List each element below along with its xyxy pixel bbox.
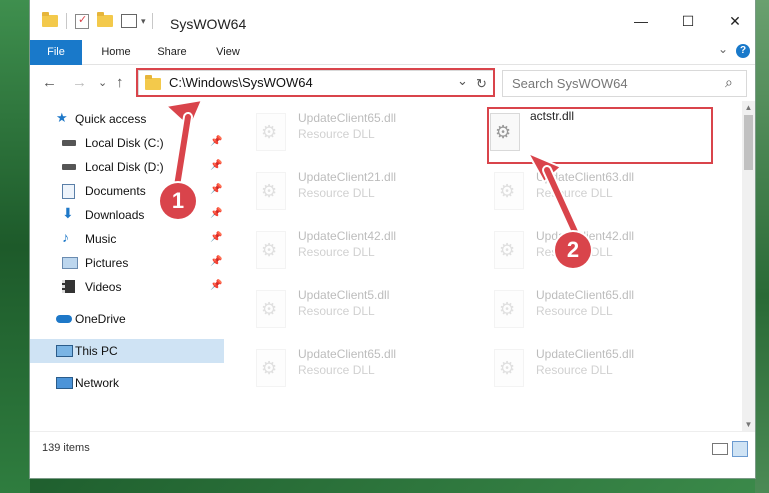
explorer-window: ✓ ▾ SysWOW64 — ☐ ✕ File Home Share View … [30,0,755,478]
annotation-arrows [163,98,581,239]
desktop-background-left [0,0,30,493]
arrow-2-shaft [544,167,579,237]
step-badge-2: 2 [555,232,591,268]
desktop-background-right [755,0,769,493]
step-badge-1: 1 [160,183,196,219]
